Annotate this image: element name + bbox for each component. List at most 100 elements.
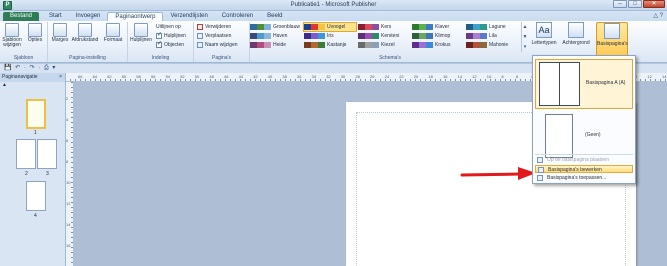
color-scheme-item[interactable]: Krokus	[412, 41, 464, 49]
edit-master-icon	[538, 167, 544, 173]
ruler-number: 24	[384, 74, 390, 79]
color-swatch	[358, 23, 379, 30]
no-master-label: (Geen)	[585, 132, 601, 138]
naam-wijzigen-button[interactable]: Naam wijzigen	[197, 41, 238, 49]
color-scheme-label: Kiezel	[381, 42, 395, 48]
color-scheme-label: Iris	[327, 33, 334, 39]
lettertypen-button[interactable]: Aa Lettertypen	[531, 22, 557, 46]
minimize-button[interactable]: –	[613, 0, 627, 8]
help-icon[interactable]: △ ?	[653, 12, 663, 19]
verplaatsen-button[interactable]: Verplaatsen	[197, 32, 231, 40]
color-scheme-label: Groenblauw	[273, 24, 300, 30]
color-swatch	[304, 32, 325, 39]
objecten-checkbox[interactable]: Objecten	[156, 40, 184, 49]
page-thumbnail-1[interactable]	[26, 99, 46, 129]
opties-button[interactable]: Opties	[25, 23, 45, 43]
more-icon[interactable]: ▾	[522, 42, 528, 52]
ruler-number: 12	[66, 201, 71, 206]
margins-icon	[53, 23, 67, 37]
afdrukstand-label: Afdrukstand	[71, 37, 99, 43]
basispaginas-bewerken-item[interactable]: Basispagina's bewerken	[535, 165, 633, 173]
ruler-number: 66	[78, 74, 83, 79]
color-scheme-item[interactable]: Mahonie	[466, 41, 518, 49]
hulplijnen-button[interactable]: Hulplijnen	[130, 23, 152, 43]
color-swatch	[412, 41, 433, 48]
orientation-icon	[78, 23, 92, 37]
ruler-number: 56	[151, 74, 156, 79]
color-swatch	[466, 23, 487, 30]
color-scheme-item[interactable]: Kersteni	[358, 32, 410, 40]
color-scheme-item[interactable]: Klaver	[412, 23, 464, 31]
color-scheme-item[interactable]: Uvoogel	[303, 22, 357, 32]
tab-paginaontwerp[interactable]: Paginaontwerp	[107, 12, 164, 21]
ruler-number: 62	[107, 74, 112, 79]
page-number-4: 4	[34, 213, 37, 219]
color-scheme-item[interactable]: Lila	[466, 32, 518, 40]
delete-icon	[197, 23, 203, 30]
color-scheme-item[interactable]: Kers	[358, 23, 410, 31]
ruler-number: 46	[224, 74, 229, 79]
group-label-pagina-instelling: Pagina-instelling	[69, 55, 106, 61]
page-number-2: 2	[25, 171, 28, 177]
color-swatch	[304, 41, 325, 48]
ruler-number: 26	[370, 74, 375, 79]
group-indeling: Hulplijnen Uitlijnen op Hulplijnen Objec…	[128, 22, 194, 62]
master-page-icon	[604, 23, 620, 39]
sjabloon-wijzigen-label: Sjabloon wijzigen	[2, 37, 22, 48]
vertical-ruler[interactable]: 2 4 6 8 10 12 14 16	[66, 82, 74, 266]
color-scheme-item[interactable]: Haven	[250, 32, 302, 40]
tab-verzendlijsten[interactable]: Verzendlijsten	[163, 12, 214, 21]
achtergrond-button[interactable]: Achtergrond	[561, 22, 591, 46]
tab-controleren[interactable]: Controleren	[215, 12, 260, 21]
red-arrow-annotation	[460, 167, 536, 180]
formaat-button[interactable]: Formaat	[102, 23, 124, 43]
color-scheme-label: Lila	[489, 33, 497, 39]
dropdown-separator	[535, 154, 633, 155]
color-scheme-item[interactable]: Kastanje	[304, 41, 356, 49]
op-basispagina-plaatsen-item[interactable]: Op de basispagina plaatsen	[535, 156, 633, 164]
afdrukstand-button[interactable]: Afdrukstand	[70, 23, 100, 43]
scroll-up-icon[interactable]: ▲	[522, 22, 528, 32]
window-title: Publicatie1 - Microsoft Publisher	[290, 2, 377, 8]
color-scheme-item[interactable]: Kiezel	[358, 41, 410, 49]
tab-beeld[interactable]: Beeld	[260, 12, 289, 21]
color-scheme-label: Heide	[273, 42, 287, 48]
sjabloon-wijzigen-button[interactable]: Sjabloon wijzigen	[2, 23, 22, 48]
color-swatch	[466, 32, 487, 39]
section-collapse-icon[interactable]: ▲	[0, 82, 65, 88]
hulplijnen-label: Hulplijnen	[130, 37, 152, 43]
color-scheme-item[interactable]: Groenblauw	[250, 23, 302, 31]
ruler-number: 14	[662, 74, 667, 79]
tab-bestand[interactable]: Bestand	[3, 12, 40, 21]
close-icon[interactable]: ×	[59, 73, 62, 82]
ruler-number: 54	[165, 74, 171, 79]
tab-start[interactable]: Start	[42, 12, 69, 21]
group-label-schemas: Schema's	[379, 55, 401, 61]
color-scheme-item[interactable]: Lagune	[466, 23, 518, 31]
page-thumbnail-4[interactable]	[26, 181, 46, 211]
maximize-button[interactable]: □	[628, 0, 642, 8]
apply-master-icon	[537, 175, 543, 181]
basispaginas-toepassen-item[interactable]: Basispagina's toepassen...	[535, 174, 633, 182]
page-thumbnail-3[interactable]	[37, 139, 57, 169]
master-page-a-option[interactable]: Basispagina A (A)	[535, 59, 633, 109]
ruler-number: 14	[66, 222, 71, 227]
color-scheme-item[interactable]: Iris	[304, 32, 356, 40]
color-scheme-label: Kastanje	[327, 42, 347, 48]
ruler-number: 18	[428, 74, 433, 79]
title-bar: P Publicatie1 - Microsoft Publisher – □ …	[0, 0, 667, 11]
close-button[interactable]: ✕	[643, 0, 665, 8]
verwijderen-button[interactable]: Verwijderen	[197, 23, 231, 31]
color-scheme-item[interactable]: Klimop	[412, 32, 464, 40]
color-scheme-label: Mahonie	[489, 42, 509, 48]
group-label-indeling: Indeling	[151, 55, 170, 61]
marges-button[interactable]: Marges	[51, 23, 69, 43]
page-thumbnail-2[interactable]	[16, 139, 36, 169]
guides-icon	[134, 23, 148, 37]
ruler-number: 8	[501, 74, 504, 79]
tab-invoegen[interactable]: Invoegen	[69, 12, 108, 21]
ruler-number: 40	[267, 74, 273, 79]
scroll-down-icon[interactable]: ▼	[522, 32, 528, 42]
basispaginas-label: Basispagina's	[597, 41, 628, 47]
color-scheme-item[interactable]: Heide	[250, 41, 302, 49]
